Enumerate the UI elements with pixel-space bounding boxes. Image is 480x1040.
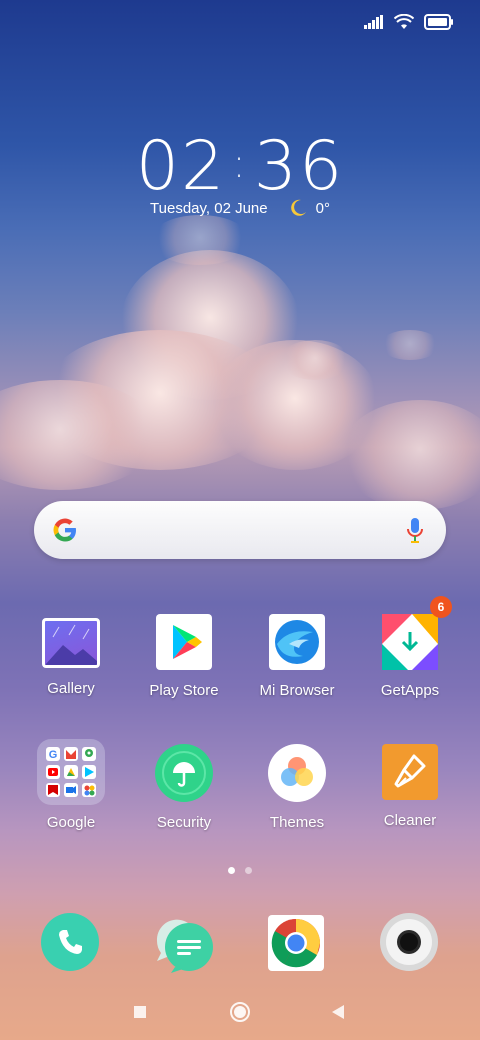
clock-date: Tuesday, 02 June [150, 199, 268, 217]
signal-icon [364, 15, 383, 29]
google-search-bar[interactable] [34, 501, 446, 559]
notification-badge: 6 [430, 596, 452, 618]
app-label: Google [46, 814, 96, 831]
gallery-icon [42, 618, 100, 668]
recents-icon[interactable] [133, 1005, 147, 1019]
phone-icon [41, 913, 99, 971]
getapps-icon: 6 [382, 596, 452, 670]
mic-icon[interactable] [406, 517, 424, 545]
dock-messages[interactable] [153, 913, 215, 975]
google-folder-icon: G [37, 739, 105, 805]
battery-icon [424, 14, 453, 30]
page-dot-active [228, 867, 235, 874]
dock-phone[interactable] [41, 913, 99, 971]
app-mi-browser[interactable]: Mi Browser [242, 614, 352, 699]
back-icon[interactable] [331, 1004, 345, 1020]
messages-icon [156, 919, 213, 973]
dock-camera[interactable] [380, 913, 438, 971]
date-weather: Tuesday, 02 June 0° [0, 198, 480, 218]
app-getapps[interactable]: 6 GetApps [355, 596, 465, 699]
navigation-bar [0, 996, 480, 1030]
folder-google[interactable]: G Google [16, 739, 126, 831]
wifi-icon [394, 14, 414, 29]
dock-chrome[interactable] [268, 915, 324, 971]
svg-text:G: G [49, 749, 58, 761]
clock-hours: 02 [135, 127, 227, 206]
app-gallery[interactable]: Gallery [16, 614, 126, 697]
cleaner-icon [382, 744, 438, 800]
weather-temperature: 0° [315, 199, 330, 217]
app-label: Mi Browser [259, 682, 335, 699]
app-label: Cleaner [383, 812, 437, 829]
camera-icon [380, 913, 438, 971]
clock-separator: : [232, 141, 248, 187]
page-dot [245, 867, 252, 874]
themes-icon [268, 744, 326, 802]
moon-icon [290, 199, 306, 216]
chrome-icon [268, 915, 324, 971]
app-play-store[interactable]: Play Store [129, 614, 239, 699]
app-label: Security [156, 814, 212, 831]
app-label: Gallery [47, 680, 95, 697]
clock-widget[interactable]: 02:36 [0, 124, 480, 207]
play-store-icon [156, 614, 212, 670]
app-cleaner[interactable]: Cleaner [355, 744, 465, 829]
home-icon[interactable] [229, 1001, 251, 1023]
clock-minutes: 36 [253, 127, 345, 206]
app-label: Themes [269, 814, 325, 831]
app-security[interactable]: Security [129, 744, 239, 831]
security-icon [155, 744, 213, 802]
app-label: Play Store [149, 682, 219, 699]
app-themes[interactable]: Themes [242, 744, 352, 831]
status-bar [364, 10, 454, 34]
app-label: GetApps [380, 682, 440, 699]
mi-browser-icon [269, 614, 325, 670]
page-indicator[interactable] [228, 867, 252, 874]
google-g-icon [53, 518, 76, 542]
